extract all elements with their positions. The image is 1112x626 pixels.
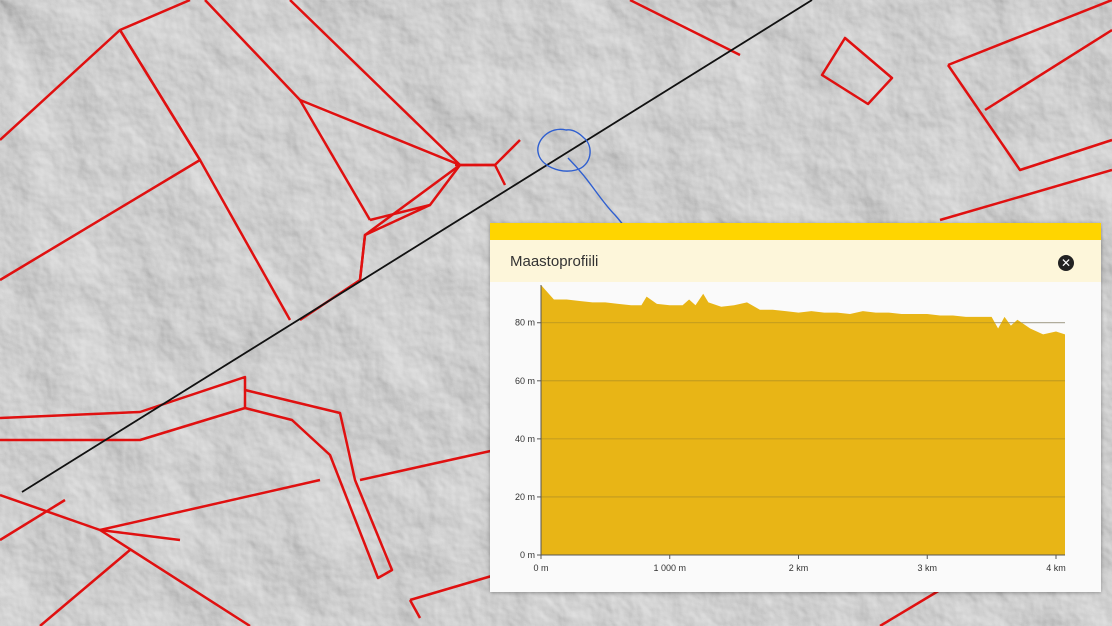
x-tick-label: 2 km bbox=[789, 563, 809, 573]
x-tick-label: 1 000 m bbox=[653, 563, 686, 573]
panel-title: Maastoprofiili bbox=[510, 253, 599, 270]
elevation-profile-chart: 0 m 20 m 40 m 60 m 80 m 0 m 1 000 m 2 km 3 km 4 … bbox=[515, 285, 1066, 573]
elevation-area bbox=[541, 285, 1065, 555]
y-tick-label: 60 m bbox=[515, 376, 535, 386]
close-button[interactable]: ✕ bbox=[1058, 255, 1074, 271]
close-icon: ✕ bbox=[1060, 256, 1072, 270]
x-axis: 0 m 1 000 m 2 km 3 km 4 km bbox=[533, 554, 1066, 573]
x-tick-label: 0 m bbox=[533, 563, 548, 573]
x-tick-label: 3 km bbox=[917, 563, 937, 573]
y-tick-label: 80 m bbox=[515, 318, 535, 328]
y-tick-label: 0 m bbox=[520, 550, 535, 560]
x-tick-label: 4 km bbox=[1046, 563, 1066, 573]
y-tick-label: 40 m bbox=[515, 434, 535, 444]
y-tick-label: 20 m bbox=[515, 492, 535, 502]
terrain-profile-panel: Maastoprofiili ✕ 0 m 20 m 40 m 60 m 80 m 0 m… bbox=[490, 223, 1101, 592]
y-axis: 0 m 20 m 40 m 60 m 80 m bbox=[515, 285, 542, 560]
panel-header: Maastoprofiili ✕ bbox=[490, 240, 1101, 282]
panel-accent-bar bbox=[490, 223, 1101, 240]
